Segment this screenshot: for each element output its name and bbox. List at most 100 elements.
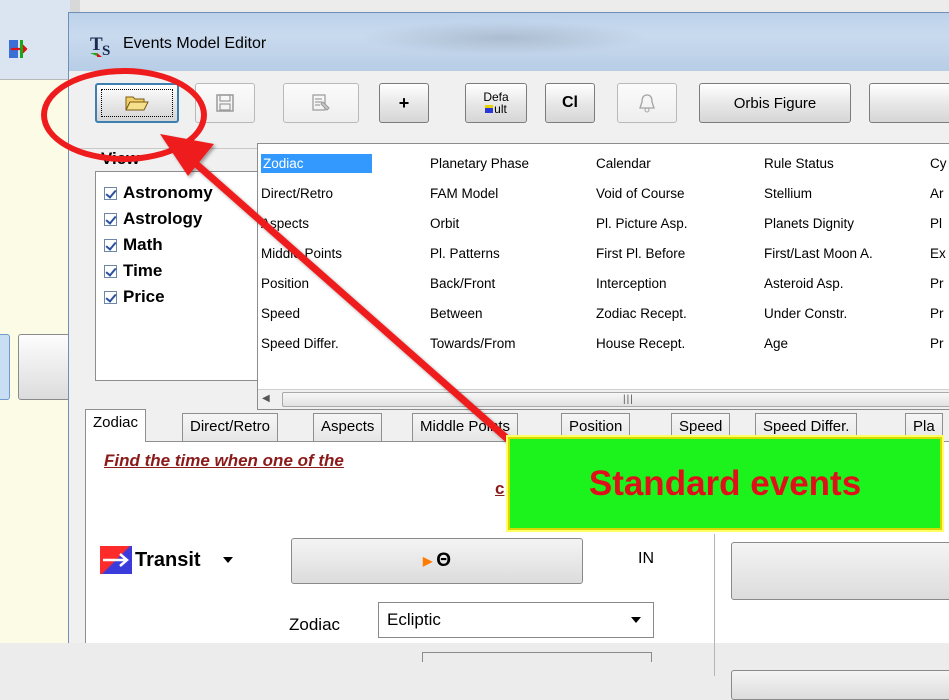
event-item[interactable]: Pr: [930, 299, 947, 329]
event-item[interactable]: Asteroid Asp.: [764, 269, 873, 299]
title-bar[interactable]: T S Events Model Editor: [69, 13, 949, 71]
event-item[interactable]: Stellium: [764, 179, 873, 209]
tab-label: Pla: [913, 418, 935, 435]
event-item[interactable]: Speed: [261, 299, 372, 329]
tab-label: Position: [569, 418, 623, 435]
event-label: Aspects: [261, 216, 310, 231]
event-label: Back/Front: [430, 276, 496, 291]
tab-zodiac[interactable]: Zodiac: [85, 409, 147, 442]
event-label: Direct/Retro: [261, 186, 334, 201]
tab-aspects[interactable]: Aspects: [313, 413, 383, 441]
event-label: Position: [261, 276, 310, 291]
event-item[interactable]: First Pl. Before: [596, 239, 688, 269]
events-horizontal-scrollbar[interactable]: ◀ |||: [258, 389, 949, 409]
event-item[interactable]: Middle Points: [261, 239, 372, 269]
event-label: Planets Dignity: [764, 216, 855, 231]
event-label: Pr: [930, 336, 944, 351]
background-button[interactable]: [18, 334, 70, 400]
event-item[interactable]: Between: [430, 299, 529, 329]
view-item-label: Astronomy: [123, 183, 213, 202]
event-item[interactable]: Interception: [596, 269, 688, 299]
event-item-zodiac[interactable]: Zodiac: [261, 149, 372, 179]
event-item[interactable]: Planetary Phase: [430, 149, 529, 179]
tab-middle-points[interactable]: Middle Points: [412, 413, 519, 441]
view-item-label: Price: [123, 287, 165, 306]
event-item[interactable]: Towards/From: [430, 329, 529, 359]
event-item[interactable]: Pl. Picture Asp.: [596, 209, 688, 239]
event-item[interactable]: Direct/Retro: [261, 179, 372, 209]
chevron-down-icon: [222, 557, 233, 563]
event-item[interactable]: Age: [764, 329, 873, 359]
default-button[interactable]: Defa ult: [465, 83, 527, 123]
callout-text: Standard events: [588, 463, 862, 503]
event-item[interactable]: Cy: [930, 149, 947, 179]
event-item[interactable]: Back/Front: [430, 269, 529, 299]
checkbox[interactable]: [104, 212, 117, 226]
view-item-price[interactable]: Price: [104, 284, 260, 310]
arrow-right-icon[interactable]: [8, 38, 30, 60]
transit-dropdown[interactable]: Transit: [100, 541, 280, 579]
view-checklist: Astronomy Astrology Math Time Price: [95, 171, 263, 381]
event-item[interactable]: Aspects: [261, 209, 372, 239]
planet-select-button[interactable]: ▶ Θ: [291, 538, 583, 584]
chevron-down-icon: [631, 617, 641, 623]
right-options-panel: [714, 534, 949, 700]
event-item[interactable]: Orbit: [430, 209, 529, 239]
zodiac-type-select[interactable]: Ecliptic: [378, 602, 654, 638]
checkbox[interactable]: [104, 186, 117, 200]
bell-button[interactable]: [617, 83, 677, 123]
event-item[interactable]: Ex: [930, 239, 947, 269]
events-column: Rule Status Stellium Planets Dignity Fir…: [764, 149, 873, 359]
event-item[interactable]: Planets Dignity: [764, 209, 873, 239]
event-item[interactable]: Rule Status: [764, 149, 873, 179]
view-item-label: Astrology: [123, 209, 203, 228]
event-label: Pr: [930, 306, 944, 321]
tab-label: Zodiac: [93, 414, 139, 431]
add-button[interactable]: +: [379, 83, 429, 123]
event-item[interactable]: Zodiac Recept.: [596, 299, 688, 329]
properties-button[interactable]: [283, 83, 359, 123]
view-item-astrology[interactable]: Astrology: [104, 206, 260, 232]
view-item-astronomy[interactable]: Astronomy: [104, 180, 260, 206]
event-label: Asteroid Asp.: [764, 276, 844, 291]
event-label: Calendar: [596, 156, 651, 171]
right-panel-button[interactable]: [731, 670, 949, 700]
orbis-figure-button[interactable]: Orbis Figure: [699, 83, 851, 123]
view-item-math[interactable]: Math: [104, 232, 260, 258]
event-item[interactable]: First/Last Moon A.: [764, 239, 873, 269]
transit-label: Transit: [135, 548, 201, 571]
toolbar-button-partial[interactable]: [869, 83, 949, 123]
event-item[interactable]: Ar: [930, 179, 947, 209]
event-item[interactable]: Pl. Patterns: [430, 239, 529, 269]
event-label: Middle Points: [261, 246, 343, 261]
checkbox[interactable]: [104, 264, 117, 278]
event-item[interactable]: Calendar: [596, 149, 688, 179]
default-label-bottom: ult: [494, 102, 507, 116]
view-item-time[interactable]: Time: [104, 258, 260, 284]
event-item[interactable]: Under Constr.: [764, 299, 873, 329]
event-item[interactable]: Position: [261, 269, 372, 299]
event-label: Orbit: [430, 216, 460, 231]
cl-button[interactable]: Cl: [545, 83, 595, 123]
checkbox[interactable]: [104, 290, 117, 304]
tab-direct-retro[interactable]: Direct/Retro: [182, 413, 279, 441]
right-panel-button[interactable]: [731, 542, 949, 600]
background-button[interactable]: [0, 334, 10, 400]
checkbox[interactable]: [104, 238, 117, 252]
input-field-partial[interactable]: [422, 652, 652, 662]
event-item[interactable]: Pl: [930, 209, 947, 239]
event-label: Zodiac: [261, 154, 372, 173]
event-item[interactable]: Pr: [930, 269, 947, 299]
event-item[interactable]: FAM Model: [430, 179, 529, 209]
scroll-left-arrow-icon[interactable]: ◀: [262, 393, 270, 404]
event-label: Towards/From: [430, 336, 516, 351]
event-item[interactable]: House Recept.: [596, 329, 688, 359]
event-label: Pl: [930, 216, 943, 231]
event-label: FAM Model: [430, 186, 499, 201]
tab-label: Direct/Retro: [190, 418, 271, 435]
event-item[interactable]: Pr: [930, 329, 947, 359]
floppy-disk-icon: [216, 94, 234, 112]
event-item[interactable]: Speed Differ.: [261, 329, 372, 359]
event-item[interactable]: Void of Course: [596, 179, 688, 209]
scrollbar-thumb[interactable]: |||: [282, 392, 949, 407]
